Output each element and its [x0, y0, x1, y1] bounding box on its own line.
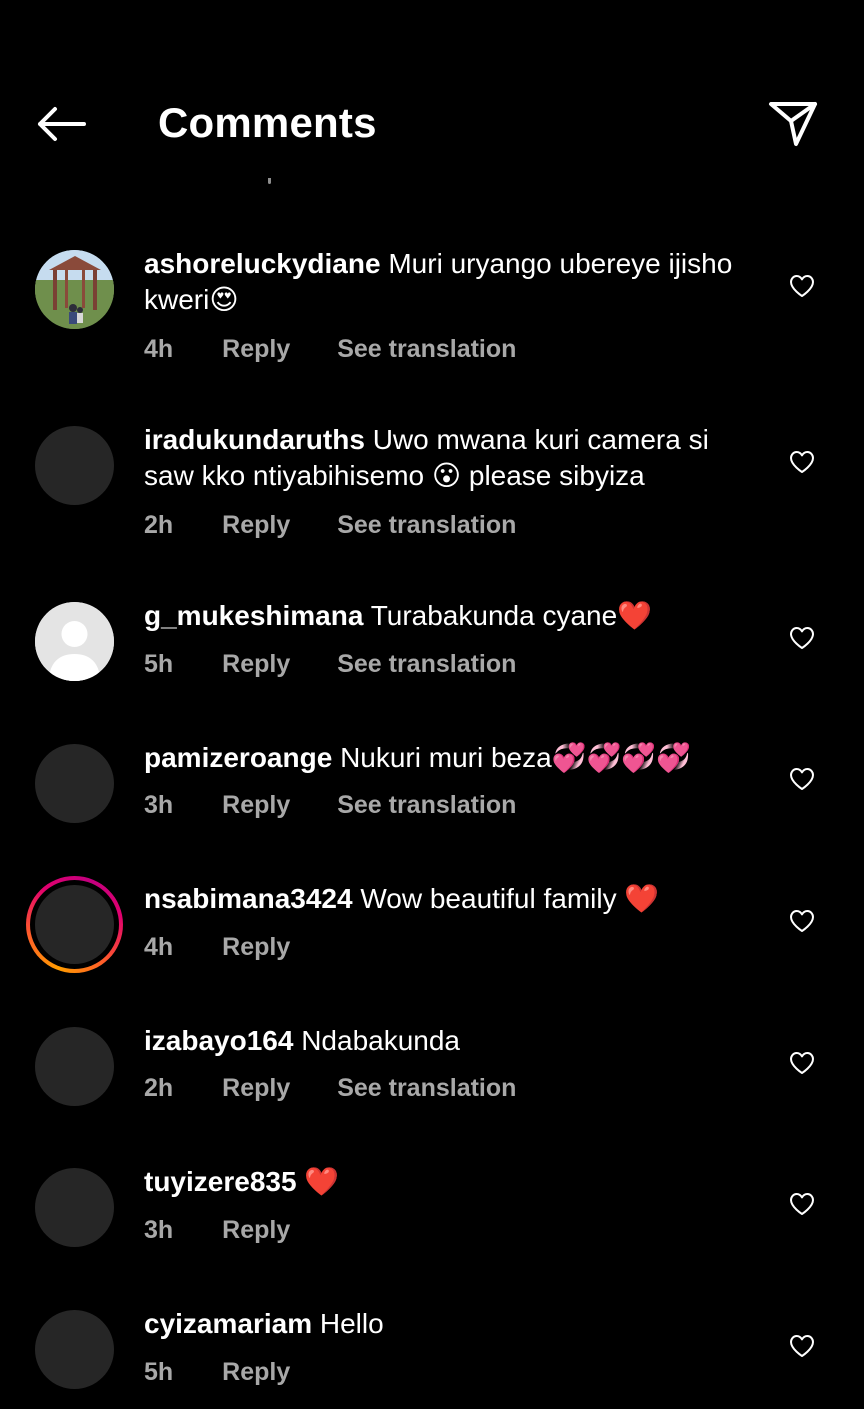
heart-outline-icon	[790, 1335, 814, 1357]
avatar[interactable]	[35, 250, 114, 329]
comment-time: 3h	[144, 1216, 174, 1244]
comment-text: g_mukeshimana Turabakunda cyane❤️	[144, 598, 759, 634]
like-button[interactable]	[785, 445, 819, 479]
heart-outline-icon	[790, 910, 814, 932]
comment-body: Hello	[319, 1308, 384, 1339]
arrow-left-icon	[38, 107, 86, 141]
comment-text: izabayo164 Ndabakunda	[144, 1023, 759, 1059]
like-button[interactable]	[785, 904, 819, 938]
heart-outline-icon	[790, 627, 814, 649]
share-button[interactable]	[762, 94, 824, 152]
comment-body: Wow beautiful family ❤️	[360, 883, 660, 914]
avatar[interactable]	[35, 602, 114, 681]
comment-text: nsabimana3424 Wow beautiful family ❤️	[144, 881, 759, 917]
avatar-photo	[35, 250, 114, 329]
like-button[interactable]	[785, 269, 819, 303]
comment-time: 5h	[144, 1358, 174, 1386]
heart-outline-icon	[790, 768, 814, 790]
avatar	[35, 885, 114, 964]
comment-username[interactable]: tuyizere835	[144, 1166, 297, 1197]
comment-text: pamizeroange Nukuri muri beza💞💞💞💞	[144, 740, 759, 776]
comment-body: Ndabakunda	[301, 1025, 461, 1056]
avatar[interactable]	[35, 1027, 114, 1106]
reply-button[interactable]: Reply	[222, 1357, 290, 1387]
default-avatar-icon	[35, 602, 114, 681]
comment-text: cyizamariam Hello	[144, 1306, 759, 1342]
comment-time: 4h	[144, 335, 174, 363]
see-translation-button[interactable]: See translation	[337, 334, 516, 364]
comment-text: tuyizere835 ❤️	[144, 1164, 759, 1200]
story-ring[interactable]	[26, 876, 123, 973]
comment-username[interactable]: g_mukeshimana	[144, 600, 363, 631]
reply-button[interactable]: Reply	[222, 334, 290, 364]
heart-outline-icon	[790, 275, 814, 297]
comment-time: 2h	[144, 511, 174, 539]
comment-meta: 4h Reply See translation	[144, 334, 556, 364]
scrolled-text-fragment	[240, 178, 280, 188]
comment-username[interactable]: iradukundaruths	[144, 424, 365, 455]
heart-outline-icon	[790, 451, 814, 473]
reply-button[interactable]: Reply	[222, 1215, 290, 1245]
comment-username[interactable]: ashoreluckydiane	[144, 248, 381, 279]
heart-outline-icon	[790, 1052, 814, 1074]
avatar[interactable]	[35, 744, 114, 823]
comment-time: 5h	[144, 650, 174, 678]
comment-meta: 3h Reply See translation	[144, 790, 556, 820]
heart-outline-icon	[790, 1193, 814, 1215]
avatar[interactable]	[35, 426, 114, 505]
like-button[interactable]	[785, 1187, 819, 1221]
back-button[interactable]	[30, 98, 92, 150]
comment-body: Turabakunda cyane❤️	[370, 600, 653, 631]
like-button[interactable]	[785, 1046, 819, 1080]
comment-time: 3h	[144, 791, 174, 819]
like-button[interactable]	[785, 621, 819, 655]
reply-button[interactable]: Reply	[222, 1073, 290, 1103]
comment-username[interactable]: cyizamariam	[144, 1308, 312, 1339]
comment-username[interactable]: izabayo164	[144, 1025, 293, 1056]
comment-body: ❤️	[304, 1166, 340, 1197]
avatar[interactable]	[35, 1168, 114, 1247]
comment-meta: 5h Reply See translation	[144, 649, 556, 679]
comment-meta: 2h Reply See translation	[144, 510, 556, 540]
see-translation-button[interactable]: See translation	[337, 1073, 516, 1103]
comment-text: iradukundaruths Uwo mwana kuri camera si…	[144, 422, 759, 494]
see-translation-button[interactable]: See translation	[337, 790, 516, 820]
page-title: Comments	[158, 99, 377, 146]
comment-meta: 5h Reply	[144, 1357, 330, 1387]
comment-meta: 2h Reply See translation	[144, 1073, 556, 1103]
comment-meta: 3h Reply	[144, 1215, 330, 1245]
comment-text: ashoreluckydiane Muri uryango ubereye ij…	[144, 246, 759, 318]
comment-list: ashoreluckydiane Muri uryango ubereye ij…	[0, 0, 864, 1409]
see-translation-button[interactable]: See translation	[337, 649, 516, 679]
see-translation-button[interactable]: See translation	[337, 510, 516, 540]
avatar[interactable]	[35, 1310, 114, 1389]
reply-button[interactable]: Reply	[222, 649, 290, 679]
paper-plane-icon	[769, 102, 817, 146]
header-bar: Comments	[0, 0, 864, 190]
like-button[interactable]	[785, 1329, 819, 1363]
comment-username[interactable]: pamizeroange	[144, 742, 332, 773]
comment-meta: 4h Reply	[144, 932, 330, 962]
comment-time: 4h	[144, 933, 174, 961]
comment-time: 2h	[144, 1074, 174, 1102]
reply-button[interactable]: Reply	[222, 790, 290, 820]
reply-button[interactable]: Reply	[222, 932, 290, 962]
like-button[interactable]	[785, 762, 819, 796]
comment-username[interactable]: nsabimana3424	[144, 883, 353, 914]
reply-button[interactable]: Reply	[222, 510, 290, 540]
comment-body: Nukuri muri beza💞💞💞💞	[340, 742, 692, 773]
